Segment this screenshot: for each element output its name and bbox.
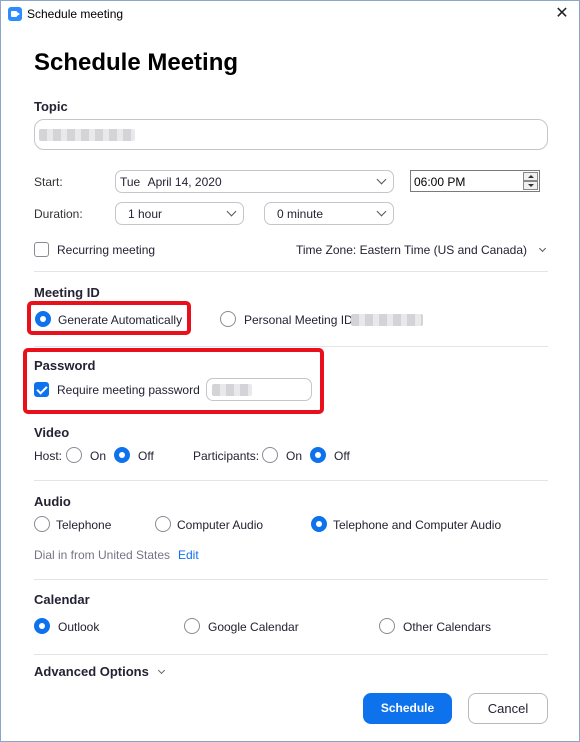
- radio-host-on[interactable]: [66, 447, 82, 463]
- topic-input[interactable]: [34, 119, 548, 150]
- time-down-icon[interactable]: [523, 181, 538, 190]
- timezone-value: Time Zone: Eastern Time (US and Canada): [296, 243, 527, 257]
- outlook-label[interactable]: Outlook: [58, 620, 99, 634]
- participants-on-label[interactable]: On: [286, 449, 302, 463]
- divider: [34, 271, 548, 272]
- radio-participants-on[interactable]: [262, 447, 278, 463]
- chevron-down-icon: [226, 206, 237, 217]
- chevron-down-icon: [376, 206, 387, 217]
- participants-label: Participants:: [193, 449, 260, 463]
- timezone-select[interactable]: Time Zone: Eastern Time (US and Canada): [296, 243, 547, 257]
- duration-minutes-select[interactable]: 0 minute: [264, 202, 394, 225]
- other-calendars-label[interactable]: Other Calendars: [403, 620, 491, 634]
- telephone-and-computer-audio-label[interactable]: Telephone and Computer Audio: [333, 518, 501, 532]
- advanced-options-toggle[interactable]: Advanced Options: [34, 664, 166, 679]
- start-date-value: April 14, 2020: [147, 175, 222, 189]
- host-label: Host:: [34, 449, 63, 463]
- host-on-label[interactable]: On: [90, 449, 106, 463]
- divider: [34, 579, 548, 580]
- schedule-meeting-window: Schedule meeting ✕ Schedule Meeting Topi…: [0, 0, 580, 742]
- advanced-options-label: Advanced Options: [34, 664, 149, 679]
- require-password-label[interactable]: Require meeting password: [57, 383, 200, 397]
- schedule-button[interactable]: Schedule: [363, 693, 452, 724]
- generate-automatically-label[interactable]: Generate Automatically: [58, 313, 182, 327]
- start-date-picker[interactable]: Tue April 14, 2020: [115, 170, 394, 193]
- radio-outlook[interactable]: [34, 618, 50, 634]
- dial-in-edit-link[interactable]: Edit: [178, 548, 199, 562]
- host-off-label[interactable]: Off: [138, 449, 154, 463]
- page-title: Schedule Meeting: [34, 49, 239, 76]
- divider: [34, 654, 548, 655]
- duration-hours-select[interactable]: 1 hour: [115, 202, 244, 225]
- start-date-day: Tue: [120, 175, 141, 189]
- radio-personal-meeting-id[interactable]: [220, 311, 236, 327]
- require-password-checkbox[interactable]: [34, 382, 49, 397]
- participants-off-label[interactable]: Off: [334, 449, 350, 463]
- recurring-label[interactable]: Recurring meeting: [57, 243, 155, 257]
- audio-label: Audio: [34, 494, 71, 509]
- password-label: Password: [34, 358, 96, 373]
- duration-label: Duration:: [34, 207, 83, 221]
- google-calendar-label[interactable]: Google Calendar: [208, 620, 299, 634]
- password-input[interactable]: [206, 378, 312, 401]
- radio-telephone-and-computer-audio[interactable]: [311, 516, 327, 532]
- window-title: Schedule meeting: [27, 7, 124, 21]
- chevron-down-icon: [158, 666, 166, 675]
- time-up-icon[interactable]: [523, 172, 538, 181]
- duration-hours-value: 1 hour: [128, 207, 163, 221]
- redacted-topic: [39, 129, 135, 141]
- duration-minutes-value: 0 minute: [277, 207, 324, 221]
- redacted-meeting-id: [351, 314, 423, 326]
- dial-in-text: Dial in from United States: [34, 548, 171, 562]
- recurring-checkbox[interactable]: [34, 242, 49, 257]
- radio-other-calendars[interactable]: [379, 618, 395, 634]
- radio-computer-audio[interactable]: [155, 516, 171, 532]
- topic-label: Topic: [34, 99, 68, 114]
- zoom-app-icon: [8, 7, 22, 21]
- divider: [34, 346, 548, 347]
- chevron-down-icon: [539, 244, 547, 253]
- meeting-id-label: Meeting ID: [34, 285, 100, 300]
- start-time-value: 06:00 PM: [414, 175, 466, 189]
- radio-host-off[interactable]: [114, 447, 130, 463]
- close-icon[interactable]: ✕: [550, 5, 574, 25]
- radio-participants-off[interactable]: [310, 447, 326, 463]
- chevron-down-icon: [376, 174, 387, 185]
- radio-generate-automatically[interactable]: [35, 311, 51, 327]
- start-label: Start:: [34, 175, 63, 189]
- calendar-label: Calendar: [34, 592, 90, 607]
- computer-audio-label[interactable]: Computer Audio: [177, 518, 263, 532]
- video-label: Video: [34, 425, 70, 440]
- cancel-button[interactable]: Cancel: [468, 693, 548, 724]
- telephone-label[interactable]: Telephone: [56, 518, 111, 532]
- radio-telephone[interactable]: [34, 516, 50, 532]
- radio-google-calendar[interactable]: [184, 618, 200, 634]
- start-time-input[interactable]: 06:00 PM: [410, 170, 540, 192]
- divider: [34, 480, 548, 481]
- redacted-password: [212, 384, 252, 396]
- personal-meeting-id-label[interactable]: Personal Meeting ID: [244, 313, 353, 327]
- title-bar: Schedule meeting ✕: [1, 1, 579, 29]
